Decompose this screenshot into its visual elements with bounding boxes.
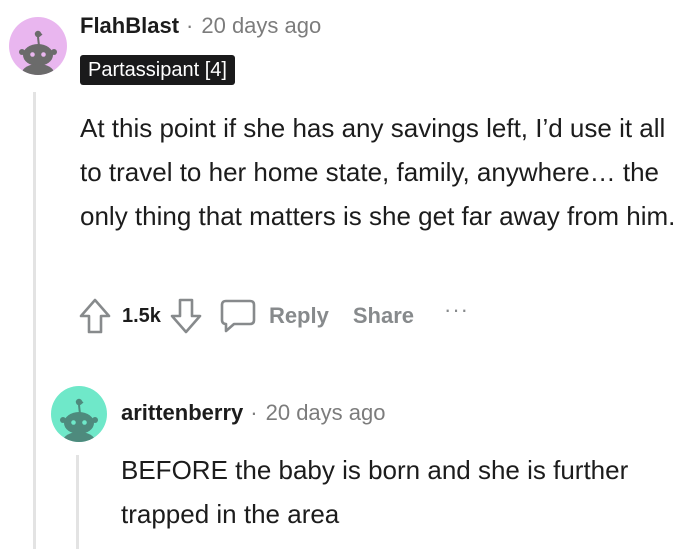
upvote-button[interactable]	[78, 297, 112, 335]
reply-label: Reply	[268, 303, 329, 328]
downvote-button[interactable]	[169, 297, 203, 335]
upvote-arrow-icon	[79, 298, 111, 334]
username[interactable]: FlahBlast	[80, 13, 179, 39]
reply-body: BEFORE the baby is born and she is furth…	[121, 455, 629, 529]
comment-bubble-icon	[220, 299, 256, 333]
timestamp[interactable]: 20 days ago	[201, 13, 321, 39]
share-button[interactable]: Share	[353, 303, 414, 329]
more-dots-icon[interactable]: ···	[444, 297, 469, 323]
comment-body: At this point if she has any savings lef…	[80, 113, 676, 231]
separator-dot: ·	[250, 400, 258, 425]
snoo-avatar-icon	[19, 30, 57, 75]
comment-header: FlahBlast · 20 days ago	[80, 13, 321, 39]
thread-line[interactable]	[33, 92, 36, 549]
user-flair: Partassipant [4]	[80, 55, 235, 85]
timestamp[interactable]: 20 days ago	[266, 400, 386, 426]
avatar[interactable]	[9, 17, 67, 75]
thread-line[interactable]	[76, 455, 79, 549]
downvote-arrow-icon	[170, 298, 202, 334]
username[interactable]: arittenberry	[121, 400, 243, 426]
comment-thread: FlahBlast · 20 days ago Partassipant [4]…	[0, 0, 700, 549]
separator-dot: ·	[186, 13, 194, 38]
vote-count: 1.5k	[122, 304, 161, 327]
reply-header: arittenberry · 20 days ago	[121, 400, 385, 426]
snoo-avatar-icon	[60, 398, 98, 442]
reply-button[interactable]: Reply	[219, 298, 329, 334]
comment-action-bar: 1.5k Reply Share ···	[78, 292, 469, 340]
avatar[interactable]	[51, 386, 107, 442]
